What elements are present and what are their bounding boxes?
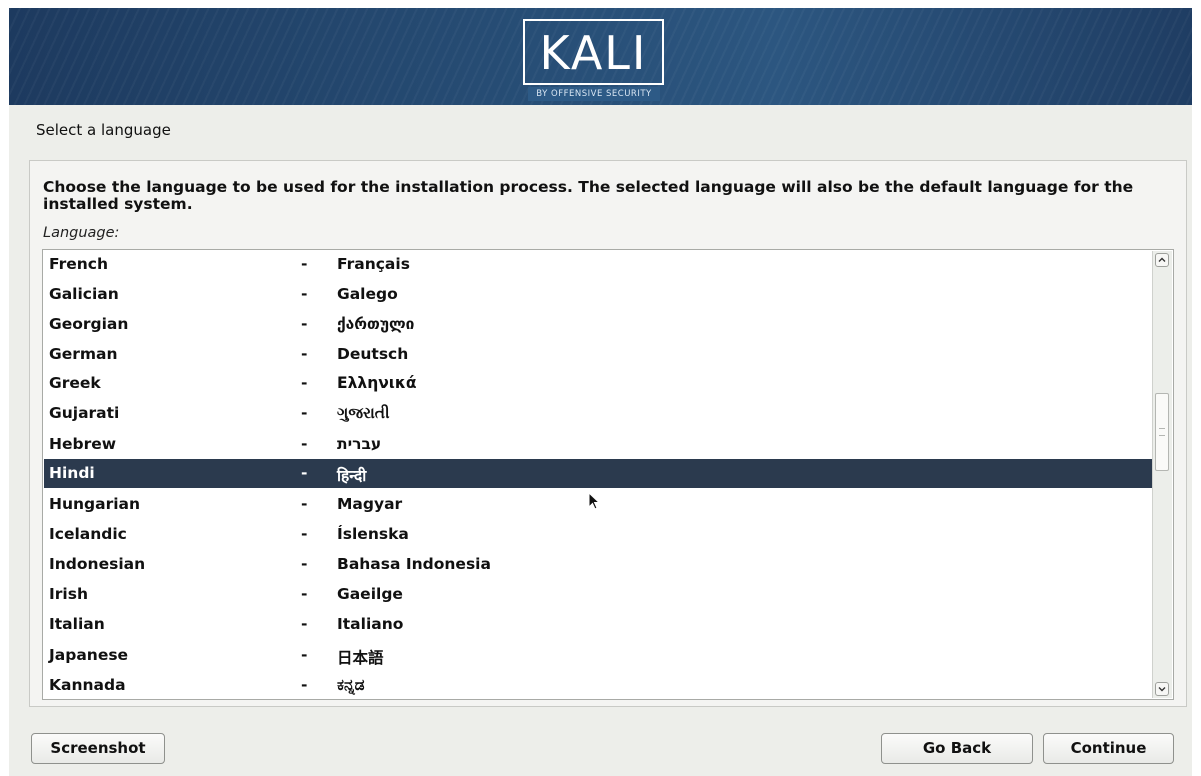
separator-dash: - [301,374,308,392]
chevron-down-icon[interactable] [1155,682,1169,696]
separator-dash: - [301,495,308,513]
language-row-gujarati[interactable]: Gujarati - ગુજરાતી [44,399,1153,428]
language-native-name: 日本語 [337,649,384,667]
language-name: French [49,255,109,273]
separator-dash: - [301,345,308,363]
language-row-galician[interactable]: Galician - Galego [44,280,1153,309]
language-native-name: Ελληνικά [337,374,417,392]
go-back-button[interactable]: Go Back [881,733,1033,764]
separator-dash: - [301,585,308,603]
page-title: Select a language [36,121,171,139]
language-row-georgian[interactable]: Georgian - ქართული [44,310,1153,339]
language-native-name: ქართული [337,315,415,333]
language-native-name: ಕನ್ನಡ [337,676,365,694]
separator-dash: - [301,676,308,694]
language-row-kannada[interactable]: Kannada - ಕನ್ನಡ [44,671,1153,699]
separator-dash: - [301,255,308,273]
language-native-name: Deutsch [337,345,409,363]
language-name: Galician [49,285,119,303]
language-name: Kannada [49,676,126,694]
language-name: Greek [49,374,101,392]
language-row-italian[interactable]: Italian - Italiano [44,610,1153,639]
language-name: Japanese [49,646,129,664]
language-native-name: עברית [337,435,382,453]
scrollbar-thumb[interactable] [1155,393,1169,471]
installer-window: KALI BY OFFENSIVE SECURITY Select a lang… [9,8,1192,776]
language-row-french[interactable]: French - Français [44,250,1153,279]
language-native-name: Magyar [337,495,403,513]
language-native-name: Galego [337,285,398,303]
language-name: Icelandic [49,525,127,543]
language-native-name: Gaeilge [337,585,403,603]
language-name: Italian [49,615,105,633]
continue-button[interactable]: Continue [1043,733,1174,764]
language-name: Gujarati [49,404,120,422]
separator-dash: - [301,646,308,664]
language-native-name: हिन्दी [337,467,367,485]
chevron-up-icon[interactable] [1155,253,1169,267]
separator-dash: - [301,404,308,422]
language-row-japanese[interactable]: Japanese - 日本語 [44,641,1153,670]
language-row-indonesian[interactable]: Indonesian - Bahasa Indonesia [44,550,1153,579]
language-name: Hungarian [49,495,141,513]
language-name: German [49,345,118,363]
content-panel: Choose the language to be used for the i… [29,160,1187,707]
language-row-greek[interactable]: Greek - Ελληνικά [44,369,1153,398]
language-list[interactable]: French - Français Galician - Galego Georgian - ქ… [42,249,1174,700]
language-native-name: Italiano [337,615,404,633]
kali-logo: KALI [523,19,664,85]
grip-icon [1159,428,1165,436]
language-row-irish[interactable]: Irish - Gaeilge [44,580,1153,609]
language-native-name: ગુજરાતી [337,404,390,422]
language-row-hindi[interactable]: Hindi - हिन्दी [44,459,1153,488]
language-name: Indonesian [49,555,146,573]
screenshot-button[interactable]: Screenshot [31,733,165,764]
language-label: Language: [43,225,120,241]
language-name: Irish [49,585,88,603]
language-row-icelandic[interactable]: Icelandic - Íslenska [44,520,1153,549]
language-row-hebrew[interactable]: Hebrew - עברית [44,430,1153,459]
separator-dash: - [301,615,308,633]
header-banner: KALI BY OFFENSIVE SECURITY [9,8,1192,105]
language-name: Hebrew [49,435,117,453]
separator-dash: - [301,285,308,303]
separator-dash: - [301,464,308,482]
language-name: Hindi [49,464,95,482]
separator-dash: - [301,555,308,573]
language-native-name: Íslenska [337,525,409,543]
language-row-german[interactable]: German - Deutsch [44,340,1153,369]
scrollbar[interactable] [1152,251,1172,698]
separator-dash: - [301,525,308,543]
language-native-name: Bahasa Indonesia [337,555,491,573]
language-native-name: Français [337,255,410,273]
separator-dash: - [301,315,308,333]
description-text: Choose the language to be used for the i… [43,178,1134,213]
logo-text: KALI [539,26,648,80]
separator-dash: - [301,435,308,453]
mouse-pointer-icon [588,492,601,510]
language-name: Georgian [49,315,129,333]
logo-subtitle: BY OFFENSIVE SECURITY [528,87,660,101]
